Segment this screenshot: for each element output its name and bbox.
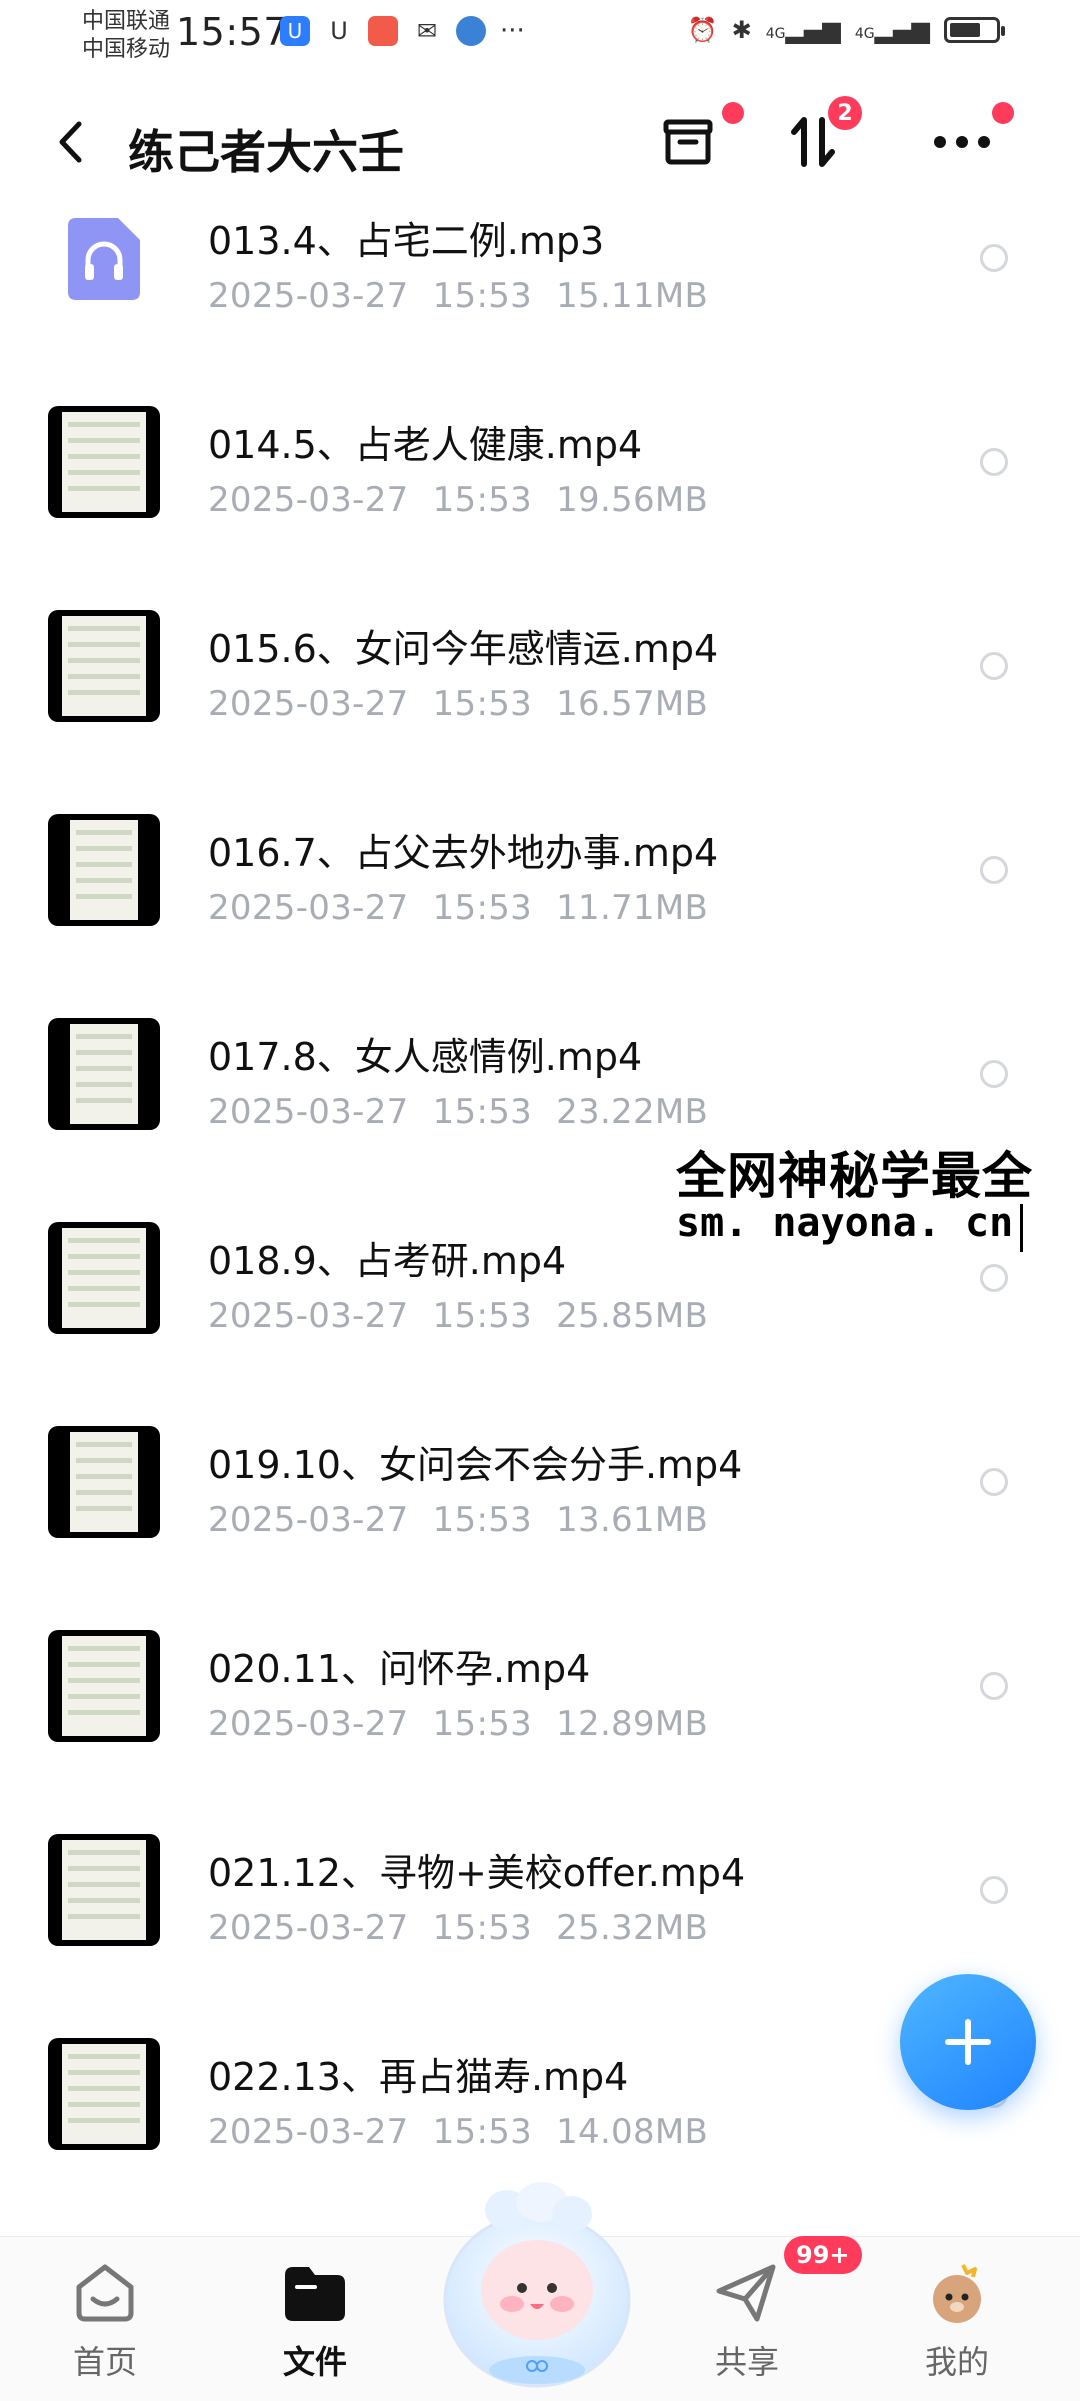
list-item[interactable]: 020.11、问怀孕.mp4 2025-03-27 15:53 12.89MB xyxy=(0,1618,1080,1822)
file-name: 020.11、问怀孕.mp4 xyxy=(208,1647,591,1691)
file-meta: 2025-03-27 15:53 16.57MB xyxy=(208,684,709,724)
audio-file-icon xyxy=(68,218,140,300)
notification-dot xyxy=(992,102,1014,124)
sort-button[interactable]: 2 xyxy=(782,96,862,174)
video-thumbnail xyxy=(48,1834,160,1946)
plus-icon xyxy=(945,2019,991,2065)
status-bar: 中国联通 中国移动 15:57 U U ✉ ··· ⏰ ✱ 4G▂▄▆ 4G▂▄… xyxy=(0,0,1080,70)
tab-mine-label: 我的 xyxy=(924,2343,989,2381)
select-checkbox[interactable] xyxy=(980,1876,1008,1904)
select-checkbox[interactable] xyxy=(980,1468,1008,1496)
list-item[interactable]: 019.10、女问会不会分手.mp4 2025-03-27 15:53 13.61M… xyxy=(0,1414,1080,1618)
file-meta: 2025-03-27 15:53 15.11MB xyxy=(208,276,709,316)
clock: 15:57 xyxy=(176,10,289,54)
header: 练己者大六壬 2 xyxy=(0,96,1080,190)
select-checkbox[interactable] xyxy=(980,1060,1008,1088)
app-notification-icon: U xyxy=(330,17,348,45)
file-meta: 2025-03-27 15:53 19.56MB xyxy=(208,480,709,520)
bluetooth-icon: ✱ xyxy=(731,16,752,44)
file-meta: 2025-03-27 15:53 25.85MB xyxy=(208,1296,709,1336)
more-icon xyxy=(934,136,990,148)
file-name: 013.4、占宅二例.mp3 xyxy=(208,219,605,263)
select-checkbox[interactable] xyxy=(980,856,1008,884)
file-name: 019.10、女问会不会分手.mp4 xyxy=(208,1443,743,1487)
app-notification-icon: U xyxy=(280,16,310,46)
alarm-icon: ⏰ xyxy=(687,16,718,44)
archive-icon xyxy=(663,119,713,165)
select-checkbox[interactable] xyxy=(980,652,1008,680)
file-name: 022.13、再占猫寿.mp4 xyxy=(208,2055,629,2099)
video-thumbnail xyxy=(48,1426,160,1538)
file-name: 021.12、寻物+美校offer.mp4 xyxy=(208,1851,746,1895)
back-button[interactable] xyxy=(50,112,90,172)
file-meta: 2025-03-27 15:53 23.22MB xyxy=(208,1092,709,1132)
video-thumbnail xyxy=(48,1222,160,1334)
video-thumbnail xyxy=(48,1630,160,1742)
folder-icon xyxy=(285,2267,345,2321)
system-icons: ⏰ ✱ 4G▂▄▆ 4G▂▄▆ xyxy=(687,16,1005,44)
signal-icon: 4G▂▄▆ xyxy=(765,16,841,44)
sort-badge: 2 xyxy=(828,96,862,130)
tab-share[interactable]: 共享 xyxy=(672,2261,822,2383)
battery-icon xyxy=(944,17,1005,43)
tab-files[interactable]: 文件 xyxy=(240,2261,390,2383)
more-notifications-icon: ··· xyxy=(500,16,525,46)
tab-mine[interactable]: 我的 xyxy=(882,2261,1032,2383)
file-meta: 2025-03-27 15:53 25.32MB xyxy=(208,1908,709,1948)
home-icon xyxy=(76,2264,134,2322)
carrier-2: 中国移动 xyxy=(82,37,171,62)
list-item[interactable]: 013.4、占宅二例.mp3 2025-03-27 15:53 15.11MB xyxy=(0,190,1080,394)
file-name: 017.8、女人感情例.mp4 xyxy=(208,1035,643,1079)
tab-files-label: 文件 xyxy=(282,2343,347,2381)
add-button[interactable] xyxy=(900,1974,1036,2110)
video-thumbnail xyxy=(48,814,160,926)
list-item[interactable]: 016.7、占父去外地办事.mp4 2025-03-27 15:53 11.71MB xyxy=(0,802,1080,1006)
select-checkbox[interactable] xyxy=(980,1672,1008,1700)
wechat-icon: ✉ xyxy=(416,17,438,45)
watermark-url: sm. nayona. cn xyxy=(676,1200,1014,1246)
notification-icons: U U ✉ ··· xyxy=(280,16,525,46)
chevron-left-icon xyxy=(59,121,82,163)
watermark-title: 全网神秘学最全 xyxy=(676,1147,1033,1205)
video-thumbnail xyxy=(48,610,160,722)
file-name: 016.7、占父去外地办事.mp4 xyxy=(208,831,719,875)
tab-home[interactable]: 首页 xyxy=(30,2261,180,2383)
video-thumbnail xyxy=(48,1018,160,1130)
file-name: 015.6、女问今年感情运.mp4 xyxy=(208,627,719,671)
file-name: 014.5、占老人健康.mp4 xyxy=(208,423,643,467)
share-count-badge: 99+ xyxy=(784,2236,862,2274)
app-notification-icon xyxy=(368,16,398,46)
file-meta: 2025-03-27 15:53 13.61MB xyxy=(208,1500,709,1540)
carrier-info: 中国联通 中国移动 xyxy=(82,8,170,64)
video-thumbnail xyxy=(48,406,160,518)
more-button[interactable] xyxy=(930,102,1014,174)
select-checkbox[interactable] xyxy=(980,1264,1008,1292)
page-title: 练己者大六壬 xyxy=(128,125,404,179)
select-checkbox[interactable] xyxy=(980,244,1008,272)
file-meta: 2025-03-27 15:53 12.89MB xyxy=(208,1704,709,1744)
tab-share-label: 共享 xyxy=(714,2343,779,2381)
mascot-button[interactable] xyxy=(432,2180,642,2390)
paper-plane-icon xyxy=(716,2264,776,2322)
tab-home-label: 首页 xyxy=(72,2343,137,2381)
avatar-icon xyxy=(933,2264,981,2323)
file-meta: 2025-03-27 15:53 14.08MB xyxy=(208,2112,709,2152)
carrier-1: 中国联通 xyxy=(82,9,171,34)
list-item[interactable]: 014.5、占老人健康.mp4 2025-03-27 15:53 19.56MB xyxy=(0,394,1080,598)
notification-dot xyxy=(722,102,744,124)
file-name: 018.9、占考研.mp4 xyxy=(208,1239,567,1283)
select-checkbox[interactable] xyxy=(980,448,1008,476)
video-thumbnail xyxy=(48,2038,160,2150)
browser-icon xyxy=(456,16,486,46)
file-meta: 2025-03-27 15:53 11.71MB xyxy=(208,888,709,928)
text-caret xyxy=(1020,1204,1023,1252)
list-item[interactable]: 015.6、女问今年感情运.mp4 2025-03-27 15:53 16.57MB xyxy=(0,598,1080,802)
archive-button[interactable] xyxy=(656,102,744,174)
signal-icon: 4G▂▄▆ xyxy=(854,16,930,44)
